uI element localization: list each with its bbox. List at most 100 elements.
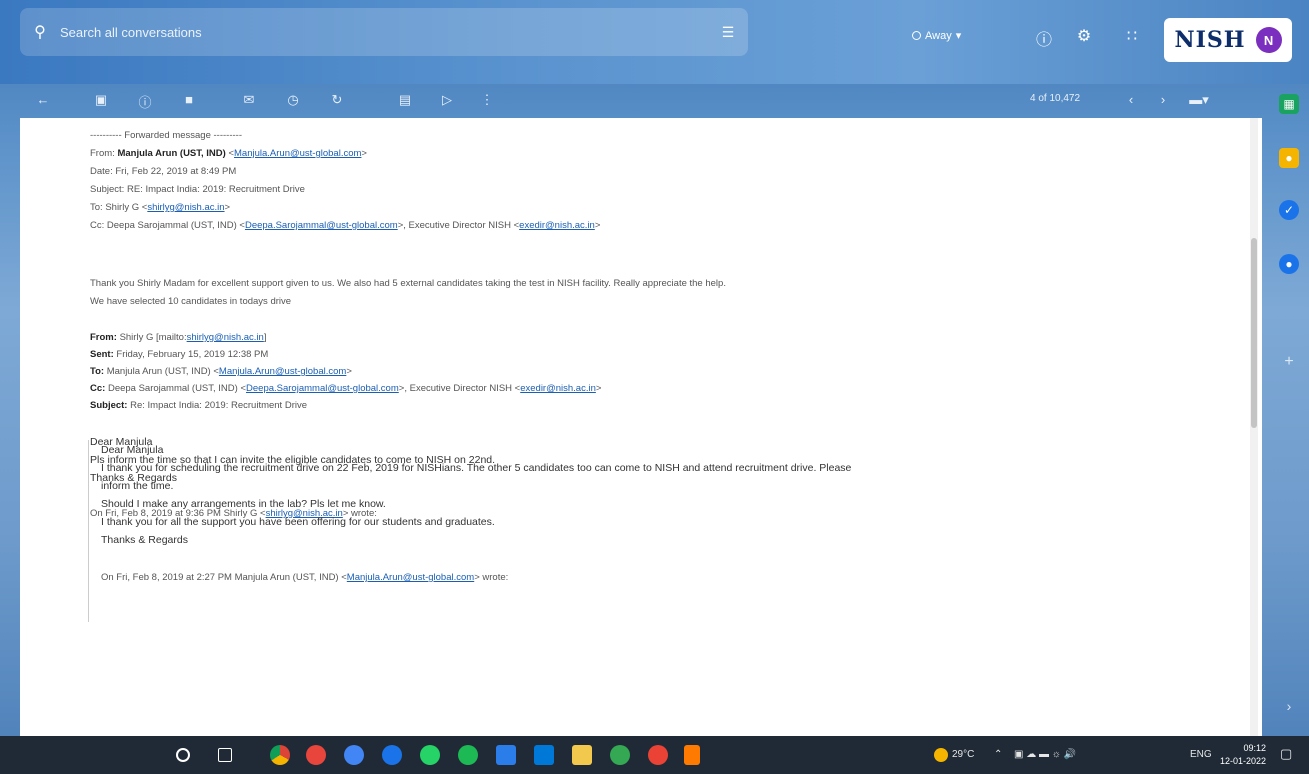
quoted-block: Dear Manjula I thank you for scheduling … bbox=[88, 440, 1228, 622]
quote1-line-1: I thank you for scheduling the recruitme… bbox=[101, 462, 852, 474]
reply-subject-line: Subject: Re: Impact India: 2019: Recruit… bbox=[90, 400, 307, 411]
top-bar: ⚲ Search all conversations ☰ Away ▾ ⓘ ⚙ … bbox=[0, 0, 1309, 84]
prev-icon[interactable]: ‹ bbox=[1120, 92, 1142, 107]
reply-to-line: To: Manjula Arun (UST, IND) <Manjula.Aru… bbox=[90, 366, 352, 377]
more-options-icon[interactable]: ⋮ bbox=[476, 92, 498, 108]
calendar-icon[interactable]: ▦ bbox=[1279, 94, 1299, 114]
whatsapp-icon[interactable] bbox=[420, 745, 440, 765]
avatar[interactable]: N bbox=[1255, 27, 1282, 53]
chevron-down-icon: ▾ bbox=[955, 30, 962, 42]
account-brand[interactable]: NISH N bbox=[1164, 18, 1292, 62]
reply-subject-value: Re: Impact India: 2019: Recruitment Driv… bbox=[130, 400, 308, 411]
fwd-from-name: Manjula Arun (UST, IND) bbox=[117, 148, 226, 159]
spotify-icon[interactable] bbox=[458, 745, 478, 765]
delete-icon[interactable]: ■ bbox=[178, 92, 200, 107]
vertical-scrollbar[interactable] bbox=[1250, 118, 1258, 736]
windows-taskbar: 29°C ⌃ ▣ ☁ ▬ ☼ 🔊 ENG 09:12 12-01-2022 ▢ bbox=[0, 736, 1309, 774]
status-dropdown[interactable]: Away ▾ bbox=[912, 29, 961, 42]
fwd-cc-email-link[interactable]: Deepa.Sarojammal@ust-global.com bbox=[245, 220, 398, 231]
file-explorer-icon[interactable] bbox=[572, 745, 592, 765]
tasks-icon[interactable]: ✓ bbox=[1279, 200, 1299, 220]
body-line-1: Thank you Shirly Madam for excellent sup… bbox=[90, 278, 726, 289]
notifications-icon[interactable]: ▢ bbox=[1280, 746, 1292, 762]
reply-cc-value: Deepa Sarojammal (UST, IND) bbox=[107, 383, 238, 394]
chrome-alt2-icon[interactable] bbox=[648, 745, 668, 765]
search-bar[interactable]: ⚲ Search all conversations ☰ bbox=[20, 8, 748, 56]
reply-cc-email2-link[interactable]: exedir@nish.ac.in bbox=[520, 383, 596, 394]
keep-icon[interactable]: ● bbox=[1279, 148, 1299, 168]
input-tools-icon[interactable]: ▬▾ bbox=[1188, 92, 1210, 108]
next-icon[interactable]: › bbox=[1152, 92, 1174, 107]
mail-app-icon[interactable] bbox=[534, 745, 554, 765]
archive-icon[interactable]: ▣ bbox=[90, 92, 112, 108]
scrollbar-thumb[interactable] bbox=[1251, 238, 1257, 428]
fwd-date-label: Date: bbox=[90, 166, 113, 177]
search-icon[interactable]: ⚲ bbox=[20, 22, 60, 42]
weather-temp[interactable]: 29°C bbox=[952, 749, 974, 760]
system-clock[interactable]: 09:12 12-01-2022 bbox=[1220, 742, 1266, 768]
tray-apps-icon[interactable]: ▣ ☁ ▬ ☼ 🔊 bbox=[1014, 749, 1076, 760]
fwd-cc-name: Deepa Sarojammal (UST, IND) bbox=[106, 220, 237, 231]
search-options-icon[interactable]: ☰ bbox=[708, 24, 748, 41]
quote1-line-2: inform the time. bbox=[101, 480, 174, 492]
status-dot-icon bbox=[912, 31, 921, 40]
clock-date: 12-01-2022 bbox=[1220, 756, 1267, 766]
quote2-email-link[interactable]: Manjula.Arun@ust-global.com bbox=[347, 572, 474, 583]
calculator-icon[interactable] bbox=[496, 745, 516, 765]
fwd-date-line: Date: Fri, Feb 22, 2019 at 8:49 PM bbox=[90, 166, 236, 177]
reply-sent-label: Sent: bbox=[90, 349, 114, 360]
forward-marker: ---------- Forwarded message --------- bbox=[90, 130, 242, 141]
task-view-icon[interactable] bbox=[218, 748, 232, 762]
gear-icon[interactable]: ⚙ bbox=[1074, 26, 1094, 46]
quote2-attrib-end: > wrote: bbox=[474, 572, 509, 583]
apps-grid-icon[interactable]: ∷ bbox=[1122, 26, 1142, 46]
chrome-alt-icon[interactable] bbox=[610, 745, 630, 765]
message-pane: ---------- Forwarded message --------- F… bbox=[20, 118, 1262, 736]
fwd-from-email-link[interactable]: Manjula.Arun@ust-global.com bbox=[234, 148, 361, 159]
chrome-profile-icon[interactable] bbox=[306, 745, 326, 765]
add-task-icon[interactable]: ↻ bbox=[326, 92, 348, 108]
reply-to-email-link[interactable]: Manjula.Arun@ust-global.com bbox=[219, 366, 346, 377]
chrome-icon[interactable] bbox=[270, 745, 290, 765]
pinned-app-icon[interactable] bbox=[684, 745, 700, 765]
fwd-cc-line: Cc: Deepa Sarojammal (UST, IND) <Deepa.S… bbox=[90, 220, 601, 231]
tray-chevron-icon[interactable]: ⌃ bbox=[994, 749, 1002, 760]
quote1-line-4: I thank you for all the support you have… bbox=[101, 516, 495, 528]
quote1-signoff: Thanks & Regards bbox=[101, 534, 188, 546]
reply-cc-label: Cc: bbox=[90, 383, 106, 394]
reply-sent-line: Sent: Friday, February 15, 2019 12:38 PM bbox=[90, 349, 268, 360]
add-addon-icon[interactable]: + bbox=[1279, 352, 1299, 372]
reply-cc-email-link[interactable]: Deepa.Sarojammal@ust-global.com bbox=[246, 383, 399, 394]
fwd-date-value: Fri, Feb 22, 2019 at 8:49 PM bbox=[115, 166, 237, 177]
help-icon[interactable]: ⓘ bbox=[1034, 26, 1054, 50]
weather-icon bbox=[934, 748, 948, 762]
expand-panel-icon[interactable]: › bbox=[1279, 696, 1299, 716]
move-to-icon[interactable]: ▤ bbox=[394, 92, 416, 108]
contacts-icon[interactable]: ● bbox=[1279, 254, 1299, 274]
label-icon[interactable]: ▷ bbox=[436, 92, 458, 108]
reply-sent-value: Friday, February 15, 2019 12:38 PM bbox=[116, 349, 269, 360]
mark-unread-icon[interactable]: ✉ bbox=[238, 92, 260, 108]
reply-from-email-link[interactable]: shirlyg@nish.ac.in bbox=[187, 332, 264, 343]
search-circle-icon[interactable] bbox=[176, 748, 190, 762]
fwd-to-name: Shirly G bbox=[105, 202, 140, 213]
reply-cc-rest: , Executive Director NISH bbox=[404, 383, 513, 394]
browser-icon[interactable] bbox=[382, 745, 402, 765]
back-arrow-icon[interactable]: ← bbox=[32, 92, 54, 107]
body-line-2: We have selected 10 candidates in todays… bbox=[90, 296, 292, 307]
reply-from-line: From: Shirly G [mailto:shirlyg@nish.ac.i… bbox=[90, 332, 266, 343]
chrome-app-icon[interactable] bbox=[344, 745, 364, 765]
quote2-attrib-start: On Fri, Feb 8, 2019 at 2:27 PM Manjula A… bbox=[101, 572, 347, 583]
fwd-from-line: From: Manjula Arun (UST, IND) <Manjula.A… bbox=[90, 148, 367, 159]
language-indicator[interactable]: ENG bbox=[1190, 749, 1212, 760]
fwd-to-email-link[interactable]: shirlyg@nish.ac.in bbox=[147, 202, 224, 213]
reply-to-label: To: bbox=[90, 366, 105, 377]
snooze-icon[interactable]: ◷ bbox=[282, 92, 304, 108]
quote1-line-3: Should I make any arrangements in the la… bbox=[101, 498, 386, 510]
search-input[interactable]: Search all conversations bbox=[60, 25, 708, 40]
report-spam-icon[interactable]: ⓘ bbox=[134, 92, 156, 111]
reply-to-value: Manjula Arun (UST, IND) bbox=[106, 366, 211, 377]
quote1-greeting: Dear Manjula bbox=[101, 444, 164, 456]
reply-from-end: ] bbox=[263, 332, 267, 343]
fwd-cc-email2-link[interactable]: exedir@nish.ac.in bbox=[519, 220, 595, 231]
